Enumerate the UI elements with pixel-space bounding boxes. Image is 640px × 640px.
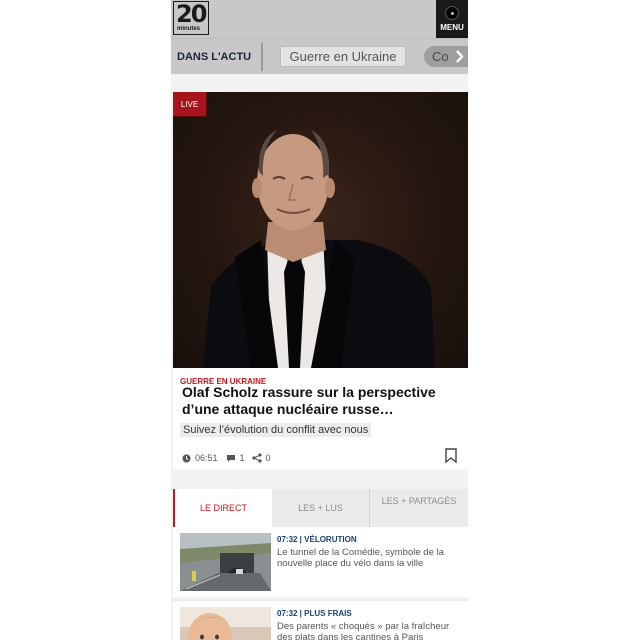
logo-sub: minutes <box>177 26 201 32</box>
menu-label: MENU <box>440 23 464 32</box>
article-time: 06:51 <box>195 453 218 463</box>
chevron-right-icon[interactable] <box>455 49 464 64</box>
logo-number: 20 <box>176 0 207 28</box>
tab-les-plus-partages[interactable]: LES + PARTAGÉS <box>370 489 468 527</box>
hero-image[interactable]: LIVE <box>173 92 468 368</box>
news-time-tag: 07:32 | PLUS FRAIS <box>277 609 352 618</box>
comment-count: 1 <box>239 453 245 463</box>
tab-les-plus-lus[interactable]: LES + LUS <box>272 489 370 527</box>
actu-divider <box>261 43 263 71</box>
article-headline[interactable]: Olaf Scholz rassure sur la perspective d… <box>182 384 462 418</box>
actu-chip-ukraine[interactable]: Guerre en Ukraine <box>280 46 406 67</box>
hero-portrait <box>203 130 435 368</box>
comment-icon[interactable] <box>226 454 236 463</box>
actu-bar: DANS L'ACTU Guerre en Ukraine Co <box>171 38 468 74</box>
tab-le-direct[interactable]: LE DIRECT <box>173 489 272 527</box>
list-item[interactable]: 07:32 | PLUS FRAIS Des parents « choqués… <box>173 599 468 640</box>
live-badge: LIVE <box>173 92 207 117</box>
list-item[interactable]: 07:32 | VÉLORUTION Le tunnel de la Coméd… <box>173 527 468 597</box>
clock-icon <box>182 454 191 462</box>
menu-button[interactable]: MENU <box>436 0 468 38</box>
actu-title: DANS L'ACTU <box>177 51 252 63</box>
featured-article[interactable]: LIVE GUERRE EN UKRAINE Olaf Scholz rassu… <box>173 92 468 469</box>
site-logo[interactable]: 20 minutes <box>173 0 209 35</box>
news-tabs: LE DIRECT LES + LUS LES + PARTAGÉS <box>173 489 468 527</box>
share-count: 0 <box>265 453 271 463</box>
mobile-page: 20 minutes MENU DANS L'ACTU Guerre en Uk… <box>171 0 468 640</box>
news-thumbnail[interactable] <box>180 607 271 640</box>
bookmark-icon[interactable] <box>445 448 457 463</box>
tunnel-image <box>180 533 271 591</box>
news-time-tag: 07:32 | VÉLORUTION <box>277 535 357 544</box>
follow-link[interactable]: Suivez l’évolution du conflit avec nous <box>180 423 372 437</box>
menu-icon <box>445 6 459 20</box>
article-meta: 06:51 1 0 <box>182 453 271 463</box>
top-bar: 20 minutes MENU <box>171 0 468 38</box>
news-thumbnail[interactable] <box>180 533 271 591</box>
share-icon[interactable] <box>251 453 262 463</box>
child-image <box>180 607 271 640</box>
news-title[interactable]: Le tunnel de la Comédie, symbole de la n… <box>277 547 463 569</box>
news-title[interactable]: Des parents « choqués » par la fraîcheur… <box>277 621 463 640</box>
